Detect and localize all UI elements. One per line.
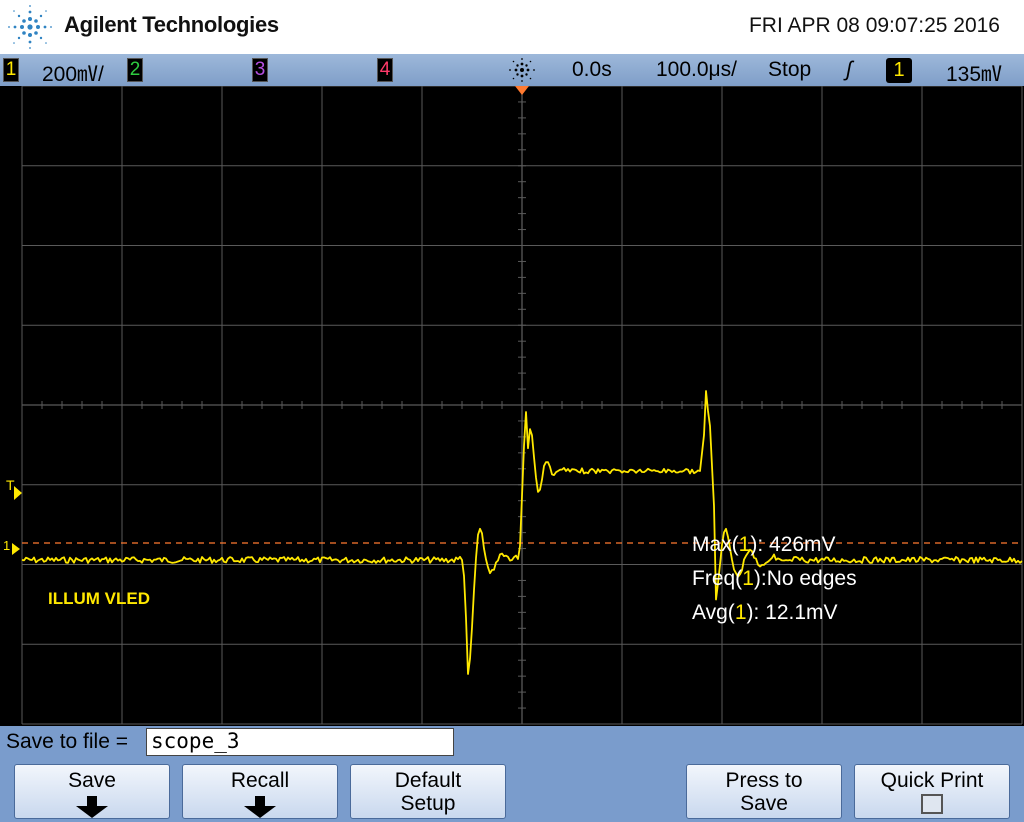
channel-label: ILLUM VLED bbox=[48, 589, 150, 608]
measurement-avg: Avg(1): 12.1mV bbox=[692, 601, 838, 624]
date-time: FRI APR 08 09:07:25 2016 bbox=[748, 14, 1000, 37]
waveform-display[interactable]: T 1 ILLUM VLED Max(1): 426mV Freq(1):No … bbox=[0, 85, 1024, 726]
save-button[interactable]: Save bbox=[14, 764, 170, 819]
down-arrow-icon bbox=[244, 796, 276, 818]
channel-1-marker-label: 1 bbox=[3, 538, 11, 553]
trigger-level[interactable]: 135㎷ bbox=[946, 58, 1002, 88]
measurement-panel: Max(1): 426mV Freq(1):No edges Avg(1): 1… bbox=[692, 528, 857, 630]
channel-1-ground-marker-icon[interactable] bbox=[12, 543, 20, 555]
file-name-field[interactable]: scope_3 bbox=[146, 728, 454, 756]
channel-3-indicator[interactable]: 3 bbox=[252, 58, 268, 82]
recall-button-label: Recall bbox=[230, 769, 290, 792]
default-setup-label-2: Setup bbox=[400, 792, 456, 815]
save-to-file-label: Save to file = bbox=[6, 730, 128, 753]
file-bar: Save to file = scope_3 bbox=[0, 726, 1024, 759]
trigger-position-marker-icon[interactable] bbox=[515, 86, 529, 95]
trigger-level-marker-icon[interactable] bbox=[14, 486, 22, 500]
default-setup-button[interactable]: Default Setup bbox=[350, 764, 506, 819]
press-to-save-button[interactable]: Press to Save bbox=[686, 764, 842, 819]
softkey-bar: Save Recall Default Setup Press to Save … bbox=[0, 759, 1024, 822]
measurement-max: Max(1): 426mV bbox=[692, 533, 836, 556]
save-button-label: Save bbox=[68, 769, 116, 792]
horizontal-delay[interactable]: 0.0s bbox=[572, 58, 612, 82]
press-to-save-label-2: Save bbox=[740, 792, 788, 815]
measurement-freq: Freq(1):No edges bbox=[692, 567, 857, 590]
agilent-spark-logo-icon bbox=[8, 5, 52, 49]
trigger-slope-icon: ʃ bbox=[846, 58, 853, 81]
timebase-scale[interactable]: 100.0μs/ bbox=[656, 58, 737, 82]
channel-2-indicator[interactable]: 2 bbox=[127, 58, 143, 82]
header: Agilent Technologies FRI APR 08 09:07:25… bbox=[0, 0, 1024, 54]
quick-print-button[interactable]: Quick Print bbox=[854, 764, 1010, 819]
trigger-marker-label: T bbox=[6, 477, 15, 493]
acquisition-sparkle-icon bbox=[509, 58, 535, 82]
channel-1-scale[interactable]: 200㎷/ bbox=[42, 58, 104, 88]
waveform-graticule bbox=[12, 85, 1023, 725]
quick-print-checkbox[interactable] bbox=[921, 794, 943, 814]
brand-name: Agilent Technologies bbox=[64, 12, 279, 37]
status-bar: 1 200㎷/ 2 3 4 0.0s 100.0μs/ Stop ʃ 1 135… bbox=[0, 54, 1024, 86]
channel-1-indicator[interactable]: 1 bbox=[3, 58, 19, 82]
recall-button[interactable]: Recall bbox=[182, 764, 338, 819]
channel-4-indicator[interactable]: 4 bbox=[377, 58, 393, 82]
press-to-save-label-1: Press to bbox=[725, 769, 803, 792]
default-setup-label-1: Default bbox=[394, 769, 462, 792]
quick-print-label: Quick Print bbox=[880, 769, 984, 792]
graticule-grid bbox=[21, 85, 1023, 725]
down-arrow-icon bbox=[76, 796, 108, 818]
trigger-source[interactable]: 1 bbox=[886, 58, 912, 83]
run-state[interactable]: Stop bbox=[768, 58, 811, 82]
